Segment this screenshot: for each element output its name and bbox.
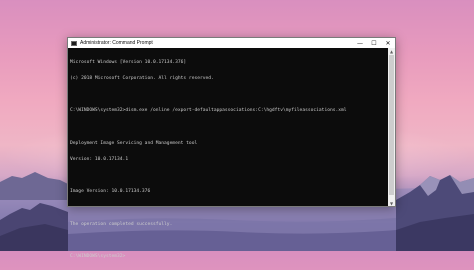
window-title: Administrator: Command Prompt: [80, 40, 153, 46]
console-output[interactable]: Microsoft Windows [Version 10.0.17134.37…: [70, 49, 385, 259]
maximize-button[interactable]: ☐: [367, 38, 381, 48]
scroll-down-arrow-icon[interactable]: ▼: [388, 200, 395, 206]
console-line: (c) 2018 Microsoft Corporation. All righ…: [70, 76, 214, 82]
vertical-scrollbar[interactable]: ▲ ▼: [388, 48, 395, 206]
console-area[interactable]: Microsoft Windows [Version 10.0.17134.37…: [68, 48, 395, 259]
command-prompt-window[interactable]: Administrator: Command Prompt — ☐ ✕ Micr…: [67, 37, 396, 259]
close-button[interactable]: ✕: [381, 38, 395, 48]
scrollbar-thumb[interactable]: [389, 55, 394, 195]
console-line: Deployment Image Servicing and Managemen…: [70, 140, 198, 146]
window-titlebar[interactable]: Administrator: Command Prompt — ☐ ✕: [68, 38, 395, 48]
console-line: Version: 10.0.17134.1: [70, 157, 129, 163]
scroll-up-arrow-icon[interactable]: ▲: [388, 48, 395, 54]
console-line: The operation completed successfully.: [70, 221, 173, 227]
cmd-app-icon: [71, 40, 77, 46]
minimize-button[interactable]: —: [353, 38, 367, 48]
console-line: Microsoft Windows [Version 10.0.17134.37…: [70, 59, 187, 65]
console-line: C:\WINDOWS\system32>dism.exe /online /ex…: [70, 108, 347, 114]
command-prompt-line[interactable]: C:\WINDOWS\system32>: [70, 254, 385, 259]
console-line: Image Version: 10.0.17134.376: [70, 189, 151, 195]
window-controls: — ☐ ✕: [353, 38, 395, 48]
